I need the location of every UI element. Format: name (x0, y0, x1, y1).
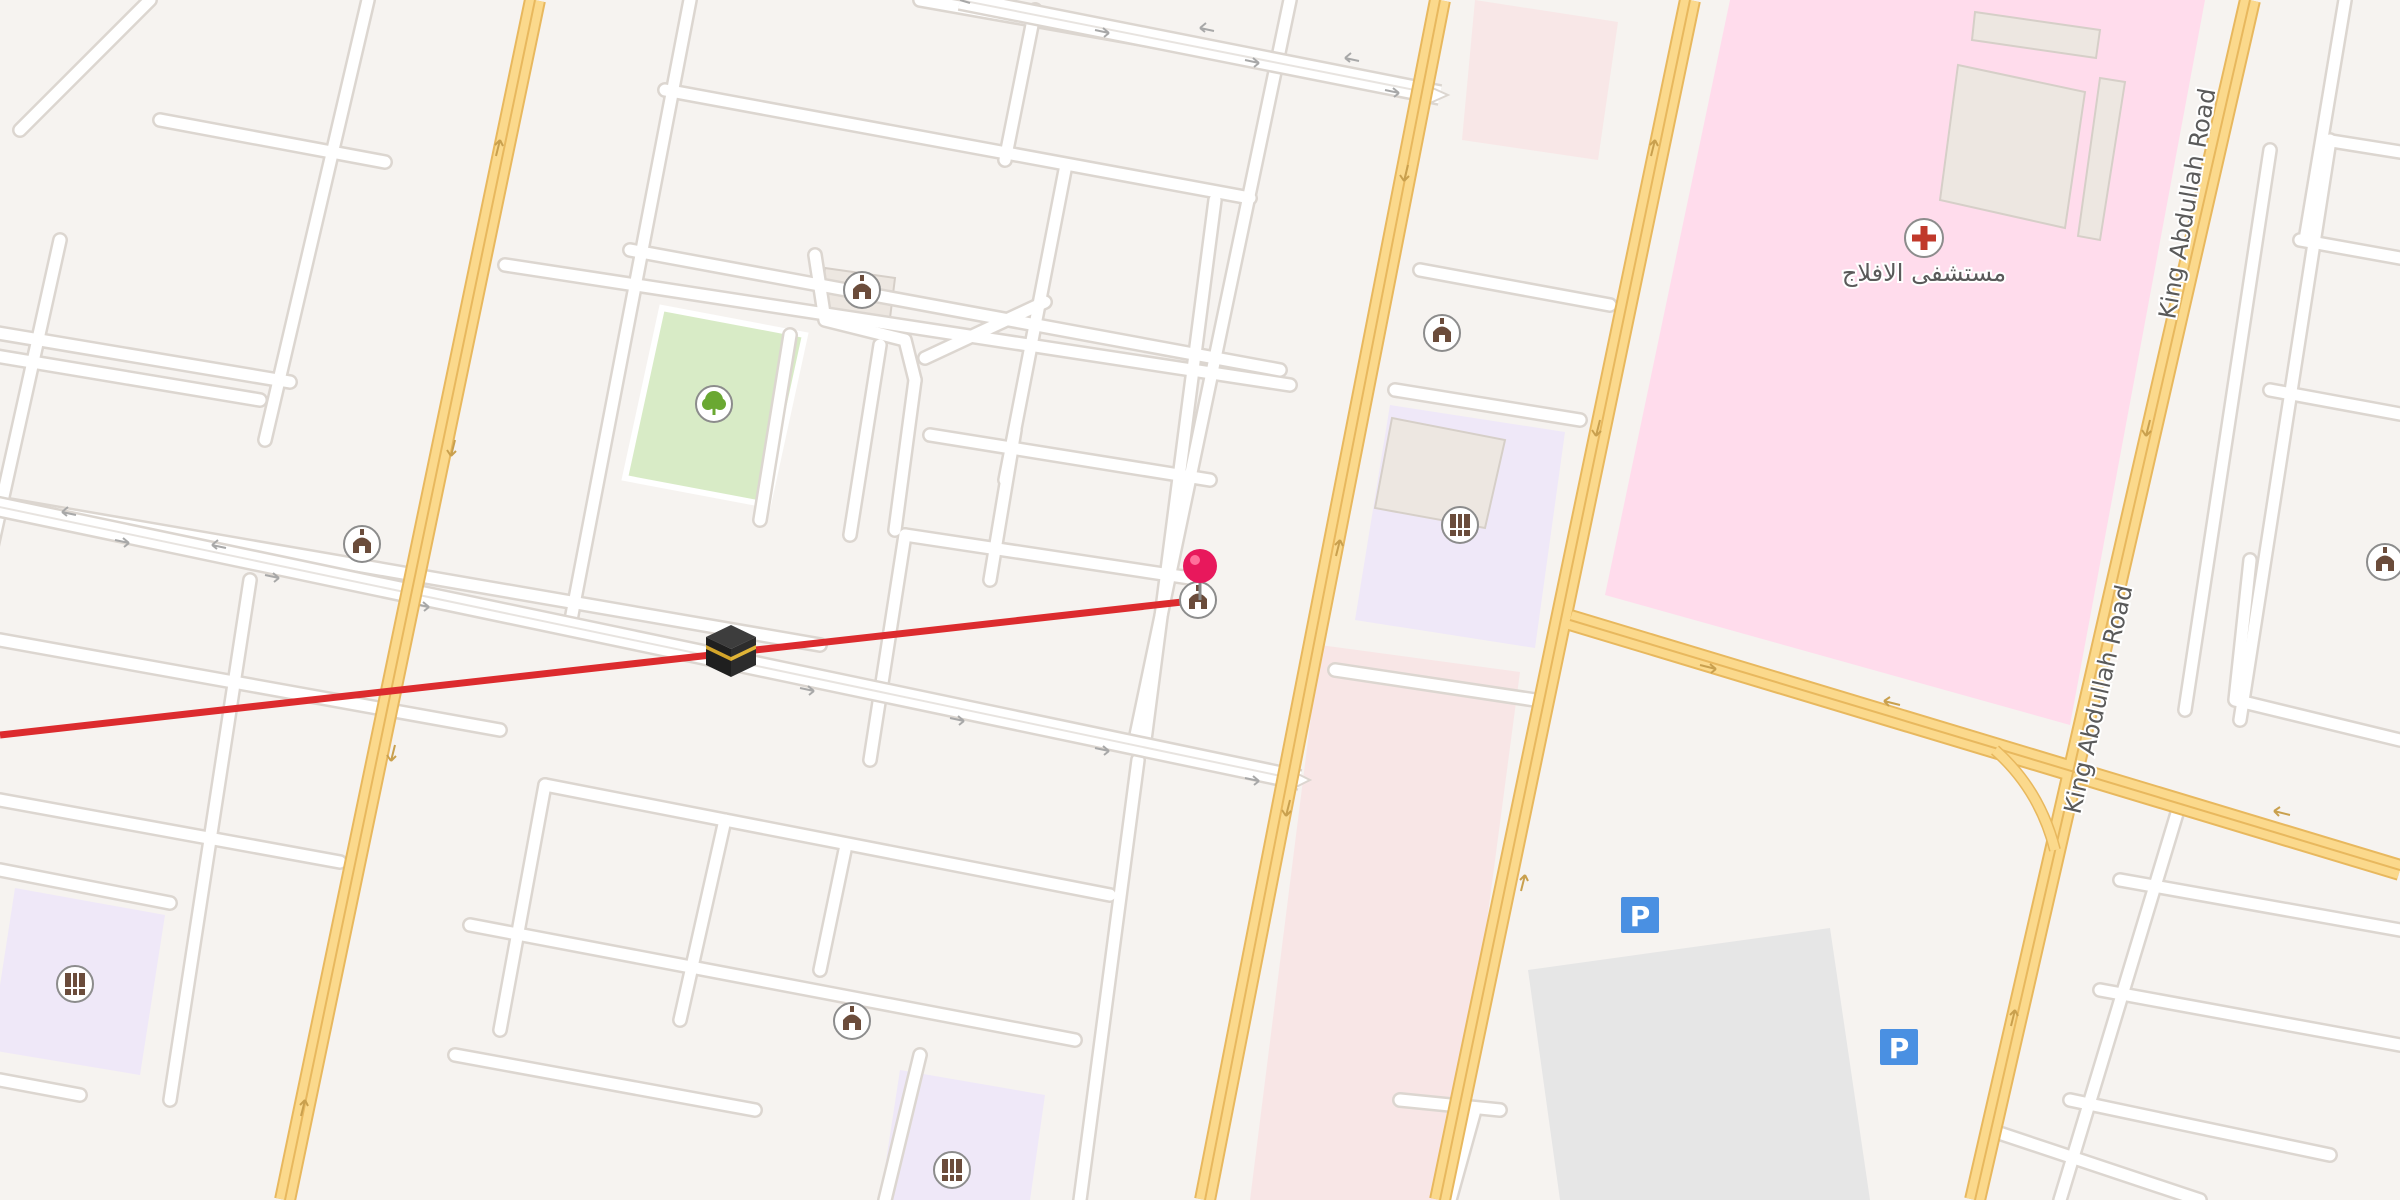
school-icon[interactable] (56, 965, 94, 1003)
school-icon[interactable] (933, 1151, 971, 1189)
parking-icon[interactable]: P (1880, 1029, 1918, 1065)
commercial-area-2[interactable] (1462, 0, 1618, 160)
parking-sign-label: P (1889, 1032, 1910, 1065)
mosque-icon[interactable] (833, 1002, 871, 1040)
mosque-icon[interactable] (843, 271, 881, 309)
tree-icon[interactable] (695, 385, 733, 423)
parking-lot[interactable] (1528, 928, 1870, 1200)
mosque-icon[interactable] (1423, 314, 1461, 352)
school-icon[interactable] (1441, 506, 1479, 544)
hospital-cross-icon[interactable] (1904, 218, 1944, 258)
mosque-icon[interactable] (2366, 543, 2400, 581)
hospital-name-label: مستشفى الافلاج (1842, 259, 2006, 287)
mosque-icon[interactable] (343, 525, 381, 563)
parking-sign-label: P (1630, 900, 1651, 933)
parking-icon[interactable]: P (1621, 897, 1659, 933)
mosque-icon[interactable] (1179, 581, 1217, 619)
building (1938, 63, 2087, 230)
map-canvas[interactable]: P P مستشفى الافلاج King Abdullah Road Ki… (0, 0, 2400, 1200)
